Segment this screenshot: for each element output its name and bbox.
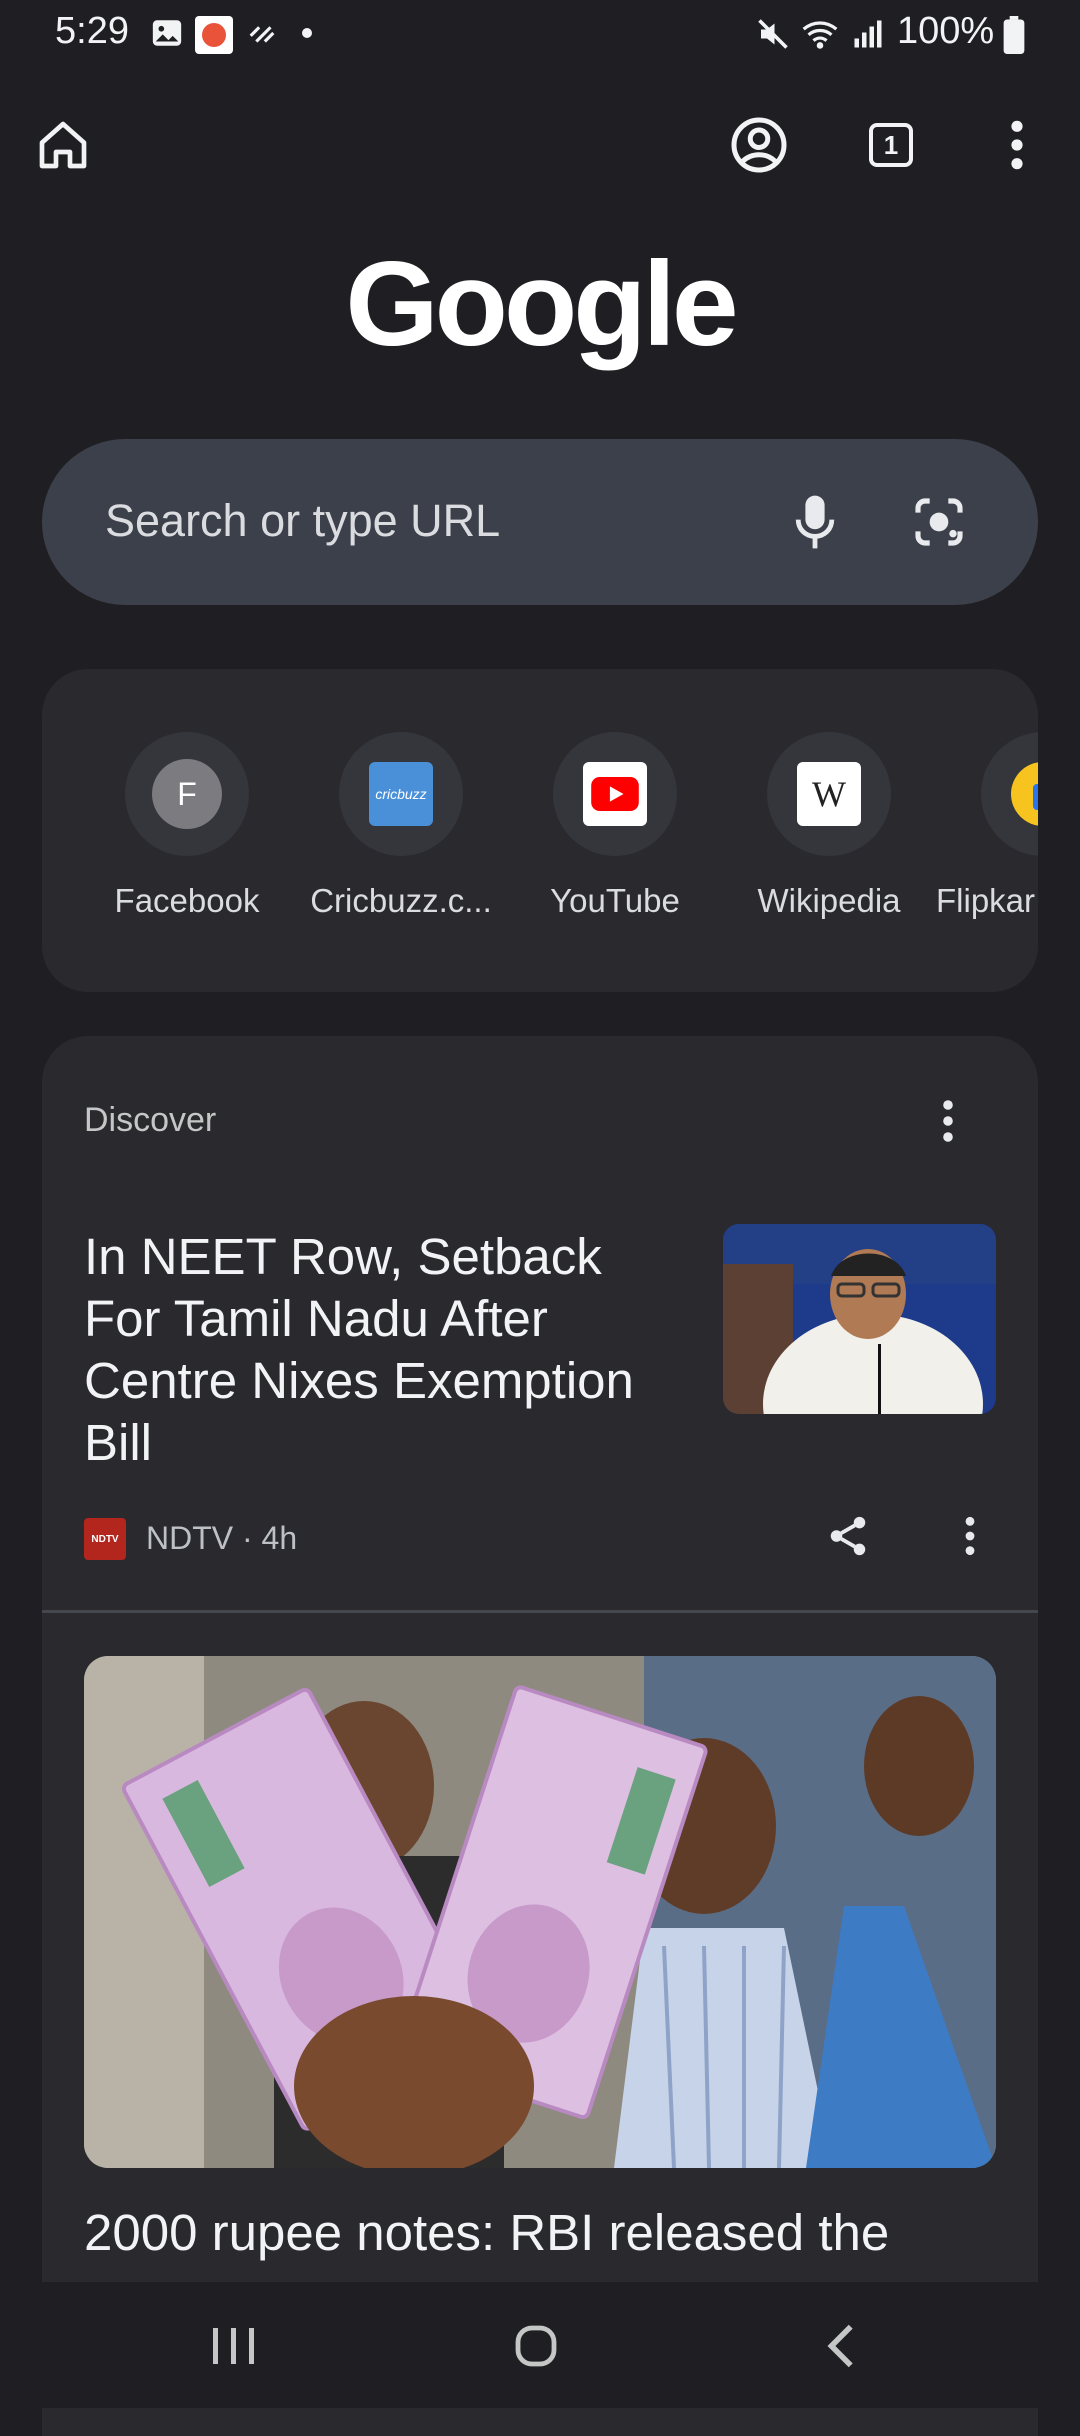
- more-notifications-dot: [302, 28, 312, 38]
- status-time: 5:29: [55, 10, 129, 52]
- shortcuts-panel: F Facebook cricbuzz Cricbuzz.c... YouTub…: [42, 669, 1038, 992]
- wikipedia-logo-icon: W: [797, 762, 861, 826]
- shortcut-wikipedia[interactable]: W Wikipedia: [722, 732, 936, 932]
- home-icon: [39, 121, 87, 169]
- data-saver-icon: [249, 26, 275, 43]
- shortcut-facebook-tile: F: [125, 732, 249, 856]
- facebook-letter-icon: F: [152, 759, 222, 829]
- home-nav-button[interactable]: [486, 2306, 586, 2386]
- account-button[interactable]: [724, 110, 794, 180]
- search-input[interactable]: Search or type URL: [105, 495, 500, 547]
- discover-menu-button[interactable]: [918, 1091, 978, 1151]
- home-circle-icon: [515, 2325, 557, 2367]
- search-bar[interactable]: Search or type URL: [42, 439, 1038, 605]
- more-vert-icon: [965, 1516, 975, 1556]
- youtube-logo-icon: [583, 762, 647, 826]
- voice-search-button[interactable]: [780, 487, 850, 557]
- back-chevron-icon: [827, 2324, 853, 2368]
- google-logo: Google: [345, 237, 738, 371]
- article-thumbnail[interactable]: [723, 1224, 996, 1414]
- more-vert-icon: [1011, 120, 1023, 170]
- shortcut-flipkart[interactable]: Flipkar: [936, 732, 1038, 932]
- share-icon: [830, 1516, 866, 1556]
- camera-lens-icon: [915, 498, 963, 546]
- shortcut-flipkart-tile: [981, 732, 1038, 856]
- more-vert-icon: [943, 1100, 953, 1142]
- article-headline[interactable]: In NEET Row, Setback For Tamil Nadu Afte…: [84, 1226, 644, 1474]
- tab-count: 1: [869, 123, 913, 167]
- shortcut-cricbuzz[interactable]: cricbuzz Cricbuzz.c...: [294, 732, 508, 932]
- divider: [42, 1610, 1038, 1613]
- shortcut-youtube-tile: [553, 732, 677, 856]
- shortcut-label: Facebook: [114, 882, 260, 919]
- news-photo-image: [723, 1224, 996, 1414]
- more-options-button[interactable]: [982, 110, 1052, 180]
- home-button[interactable]: [28, 110, 98, 180]
- signal-icon: [854, 20, 882, 48]
- battery-percent: 100%: [897, 10, 995, 52]
- shortcut-facebook[interactable]: F Facebook: [80, 732, 294, 932]
- ndtv-logo-icon: NDTV: [84, 1518, 126, 1560]
- discover-title: Discover: [84, 1101, 217, 1139]
- discover-feed: Discover In NEET Row, Setback For Tamil …: [42, 1036, 1038, 2436]
- gallery-notification-icon: [152, 20, 182, 46]
- article-menu-button[interactable]: [940, 1506, 1000, 1566]
- flipkart-logo-icon: [1011, 762, 1038, 826]
- system-nav-bar: [0, 2282, 1080, 2408]
- article-source: NDTV · 4h: [146, 1520, 298, 1556]
- shortcut-label: Wikipedia: [757, 882, 901, 919]
- app-notification-icon: [195, 16, 233, 54]
- shortcut-label: YouTube: [550, 882, 680, 919]
- wifi-icon: [802, 21, 838, 49]
- shortcut-youtube[interactable]: YouTube: [508, 732, 722, 932]
- account-icon: [731, 117, 787, 173]
- status-bar: 5:29 100%: [0, 0, 1080, 70]
- shortcut-label: Flipkar: [936, 882, 1036, 919]
- back-button[interactable]: [790, 2306, 890, 2386]
- currency-notes-photo: [84, 1656, 996, 2168]
- share-button[interactable]: [818, 1506, 878, 1566]
- article-headline[interactable]: 2000 rupee notes: RBI released the: [84, 2202, 996, 2264]
- cricbuzz-logo-icon: cricbuzz: [369, 762, 433, 826]
- recent-apps-button[interactable]: [184, 2306, 284, 2386]
- microphone-icon: [795, 495, 835, 549]
- shortcut-wikipedia-tile: W: [767, 732, 891, 856]
- article-hero-image[interactable]: [84, 1656, 996, 2168]
- recents-icon: [213, 2328, 254, 2364]
- tab-switcher-button[interactable]: 1: [856, 110, 926, 180]
- battery-icon: [1003, 16, 1025, 54]
- shortcut-label: Cricbuzz.c...: [310, 882, 492, 919]
- shortcut-cricbuzz-tile: cricbuzz: [339, 732, 463, 856]
- lens-search-button[interactable]: [904, 487, 974, 557]
- mute-icon: [758, 19, 788, 49]
